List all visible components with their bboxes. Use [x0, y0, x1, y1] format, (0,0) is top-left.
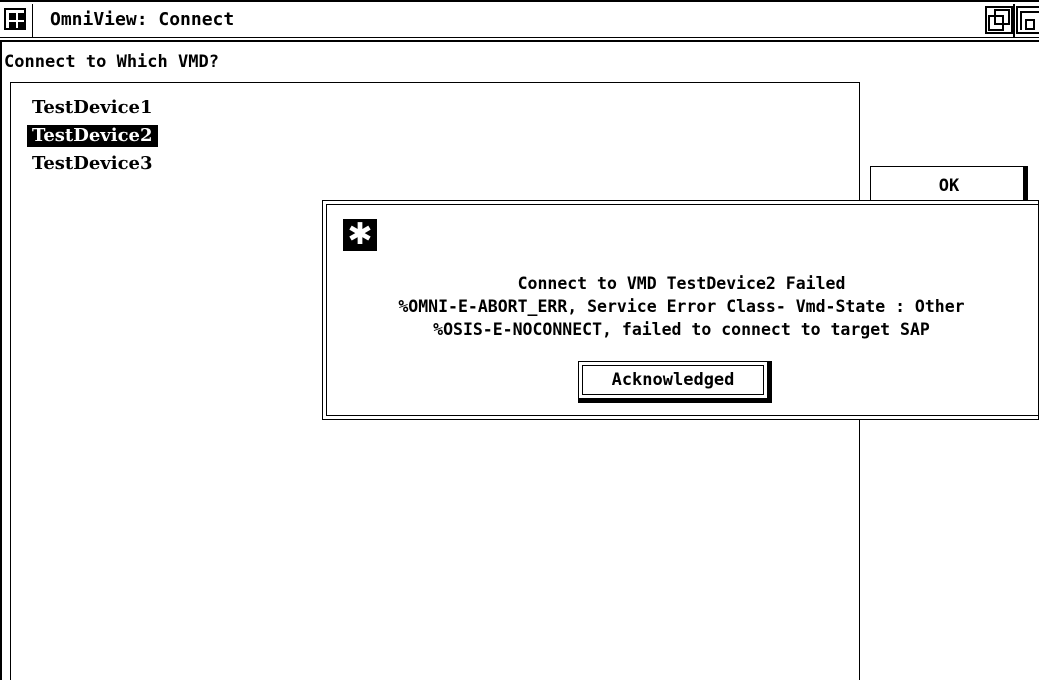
error-message-line-2: %OMNI-E-ABORT_ERR, Service Error Class- …	[398, 297, 965, 316]
title-separator	[32, 4, 33, 38]
error-message-line-1: Connect to VMD TestDevice2 Failed	[517, 274, 846, 293]
connect-prompt-label: Connect to Which VMD?	[4, 52, 219, 72]
minimize-button[interactable]	[1016, 6, 1039, 34]
window-title: OmniView: Connect	[50, 9, 235, 30]
list-item-testdevice3[interactable]: TestDevice3	[27, 153, 158, 175]
acknowledged-button-label: Acknowledged	[582, 365, 764, 395]
maximize-button[interactable]	[985, 6, 1013, 34]
error-dialog: ✱ Connect to VMD TestDevice2 Failed %OMN…	[322, 200, 1039, 420]
asterisk-icon: ✱	[343, 219, 377, 251]
acknowledged-button[interactable]: Acknowledged	[578, 361, 772, 403]
error-message-line-3: %OSIS-E-NOCONNECT, failed to connect to …	[433, 320, 930, 339]
maximize-icon	[988, 9, 1010, 31]
window-button-separator	[1013, 4, 1015, 38]
minimize-icon	[1020, 11, 1039, 30]
omniview-connect-window: OmniView: Connect Connect to Which VMD? …	[0, 0, 1039, 680]
title-bar[interactable]: OmniView: Connect	[0, 0, 1039, 42]
window-menu-icon[interactable]	[4, 8, 26, 30]
list-item-testdevice2[interactable]: TestDevice2	[27, 125, 158, 147]
list-item-testdevice1[interactable]: TestDevice1	[27, 97, 158, 119]
